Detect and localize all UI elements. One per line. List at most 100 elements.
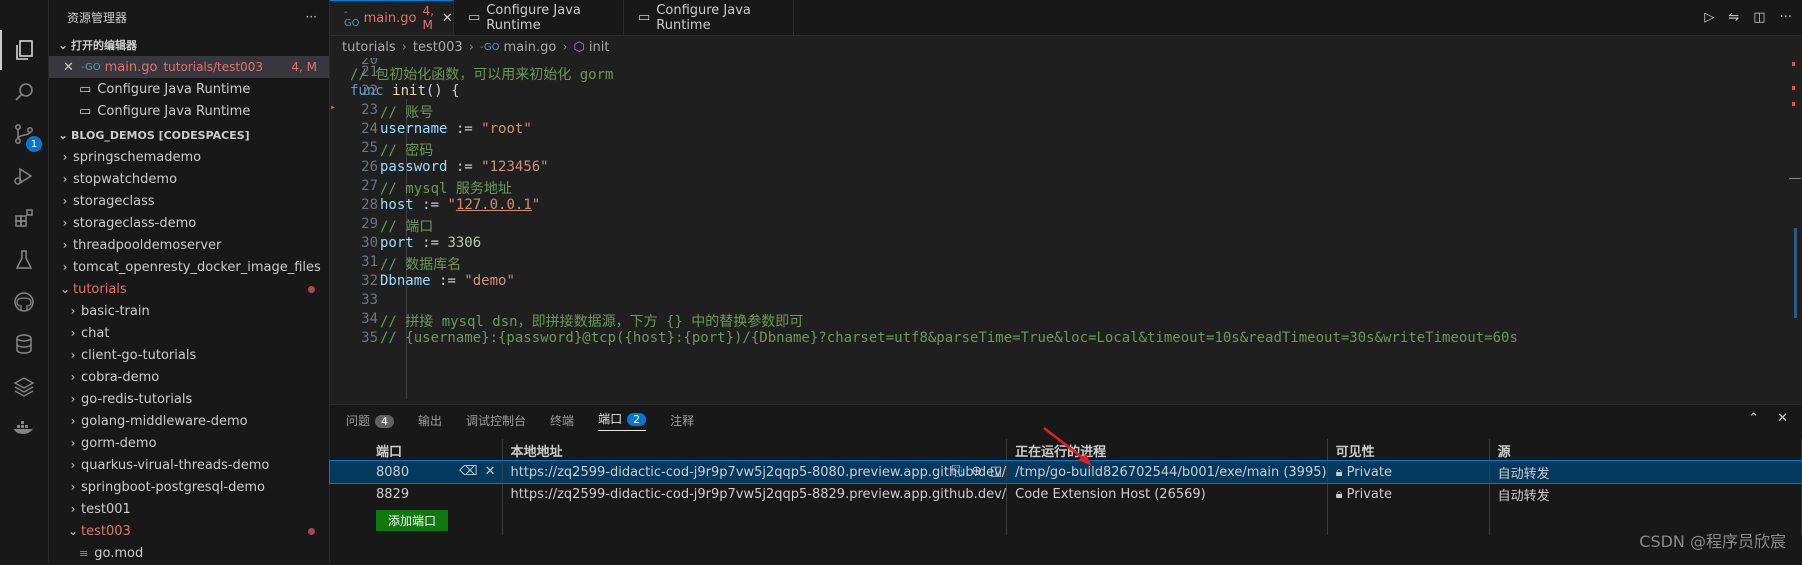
line-number: 33	[361, 292, 378, 308]
open-editor-java-runtime-2[interactable]: ▭ Configure Java Runtime	[49, 100, 329, 122]
preview-icon[interactable]: ◫	[990, 464, 1002, 479]
tree-item[interactable]: › tomcat_openresty_docker_image_files	[49, 256, 329, 278]
database-icon[interactable]	[0, 324, 48, 364]
breadcrumb-item[interactable]: main.go	[504, 40, 557, 55]
tab-comments[interactable]: 注释	[670, 412, 694, 429]
line-number: 34	[361, 311, 378, 327]
string: "123456"	[481, 159, 549, 175]
tree-item-tutorials[interactable]: ⌄ tutorials	[49, 278, 329, 300]
line-number: 26	[361, 159, 378, 175]
open-editor-java-runtime[interactable]: ▭ Configure Java Runtime	[49, 78, 329, 100]
workspace-section[interactable]: ⌄ BLOG_DEMOS [CODESPACES]	[49, 124, 329, 146]
split-editor-icon[interactable]: ◫	[1753, 10, 1765, 25]
chevron-down-icon: ⌄	[57, 128, 69, 142]
tree-file[interactable]: ≡ go.mod	[49, 542, 329, 564]
mod-file-icon: ≡	[79, 546, 89, 560]
column-header[interactable]: 本地地址	[502, 439, 1008, 461]
visibility-value: Private	[1346, 464, 1392, 480]
chevron-right-icon: ›	[62, 172, 68, 186]
variable: port	[380, 235, 414, 251]
tree-item[interactable]: › cobra-demo	[49, 366, 329, 388]
more-actions-icon[interactable]: ···	[1780, 10, 1792, 25]
breadcrumb-item[interactable]: tutorials	[342, 40, 396, 55]
tab-terminal[interactable]: 终端	[550, 412, 574, 429]
column-header[interactable]: 端口	[330, 439, 503, 461]
tab-java-runtime-2[interactable]: ▭ Configure Java Runtime	[624, 0, 794, 35]
line-number: 25	[361, 140, 378, 156]
address-cell[interactable]: https://zq2599-didactic-cod-j9r9p7vw5j2q…	[502, 483, 1008, 505]
column-header[interactable]: 可见性	[1327, 439, 1490, 461]
open-editors-section[interactable]: ⌄ 打开的编辑器	[49, 34, 329, 56]
search-icon[interactable]	[0, 72, 48, 112]
tree-item[interactable]: › chat	[49, 322, 329, 344]
variable: username	[380, 121, 448, 137]
copy-icon[interactable]: ⎘	[952, 464, 962, 479]
tree-item[interactable]: › gorm-demo	[49, 432, 329, 454]
tree-item[interactable]: › golang-middleware-demo	[49, 410, 329, 432]
code-line: host := "127.0.0.1"	[380, 197, 540, 213]
add-port-button[interactable]: 添加端口	[376, 509, 449, 531]
tree-item[interactable]: › basic-train	[49, 300, 329, 322]
visibility-cell[interactable]: 🔒︎ Private	[1327, 461, 1490, 483]
chevron-down-icon: ⌄	[59, 282, 71, 296]
tab-debug-console[interactable]: 调试控制台	[466, 412, 526, 429]
tree-item[interactable]: › stopwatchdemo	[49, 168, 329, 190]
explorer-icon[interactable]	[0, 30, 48, 70]
visibility-cell[interactable]: 🔒︎ Private	[1327, 483, 1490, 505]
tab-ports[interactable]: 端口 2	[598, 410, 647, 431]
close-icon[interactable]: ✕	[1777, 411, 1788, 426]
tree-item[interactable]: › storageclass-demo	[49, 212, 329, 234]
watermark: CSDN @程序员欣宸	[1639, 532, 1786, 551]
code-line: // mysql 服务地址	[380, 181, 512, 197]
source-control-icon[interactable]: 1	[0, 114, 48, 154]
column-header[interactable]: 源	[1489, 439, 1802, 461]
label-icon[interactable]: ⌫	[459, 464, 477, 479]
testing-icon[interactable]	[0, 240, 48, 280]
code-line: // 账号	[380, 105, 434, 121]
line-number: 30	[361, 235, 378, 251]
extensions-icon[interactable]	[0, 198, 48, 238]
tab-label: Configure Java Runtime	[656, 2, 751, 33]
tree-item[interactable]: › go-redis-tutorials	[49, 388, 329, 410]
error-marker-icon: ▸	[330, 102, 337, 113]
globe-icon[interactable]: ⊕	[971, 464, 982, 479]
port-cell: 8080 ⌫ ✕	[330, 461, 503, 483]
tree-item[interactable]: › quarkus-virual-threads-demo	[49, 454, 329, 476]
tab-output[interactable]: 输出	[418, 412, 442, 429]
tree-item[interactable]: › threadpooldemoserver	[49, 234, 329, 256]
docker-icon[interactable]	[0, 408, 48, 448]
close-icon[interactable]: ✕	[63, 60, 77, 75]
tree-item[interactable]: › test001	[49, 498, 329, 520]
tab-problems[interactable]: 问题 4	[346, 412, 395, 429]
string: "root"	[481, 121, 532, 137]
more-actions-icon[interactable]: ···	[306, 10, 317, 24]
compare-icon[interactable]: ⇋	[1728, 10, 1739, 25]
run-debug-icon[interactable]	[0, 156, 48, 196]
tree-label: tomcat_openresty_docker_image_files	[73, 259, 321, 275]
breadcrumb-item[interactable]: init	[589, 40, 610, 55]
tree-item-test003[interactable]: ⌄ test003	[49, 520, 329, 542]
code-editor[interactable]: 20 21 // 包初始化函数，可以用来初始化 gorm 22 func ini…	[330, 58, 1802, 403]
open-editor-main-go[interactable]: ✕ -GO main.go tutorials/test003 4, M	[49, 56, 329, 78]
scm-badge: 1	[26, 136, 42, 152]
tab-java-runtime[interactable]: ▭ Configure Java Runtime	[454, 0, 624, 35]
close-icon[interactable]: ✕	[442, 11, 453, 26]
string-link[interactable]: 127.0.0.1	[456, 197, 532, 213]
modified-dot	[308, 285, 315, 293]
chevron-up-icon[interactable]: ⌃	[1748, 411, 1759, 426]
address-cell[interactable]: https://zq2599-didactic-cod-j9r9p7vw5j2q…	[502, 461, 1008, 483]
tree-item[interactable]: › storageclass	[49, 190, 329, 212]
tree-item[interactable]: › client-go-tutorials	[49, 344, 329, 366]
layers-icon[interactable]	[0, 366, 48, 406]
tab-main-go[interactable]: -GO main.go 4, M ✕	[330, 0, 454, 35]
tree-item[interactable]: › springschemademo	[49, 146, 329, 168]
keyword: func	[350, 83, 384, 99]
github-icon[interactable]	[0, 282, 48, 322]
table-row[interactable]: 8829 https://zq2599-didactic-cod-j9r9p7v…	[330, 483, 1802, 505]
run-icon[interactable]: ▷	[1704, 10, 1714, 25]
close-icon[interactable]: ✕	[485, 464, 496, 479]
breadcrumb-item[interactable]: test003	[413, 40, 463, 55]
tree-item[interactable]: › springboot-postgresql-demo	[49, 476, 329, 498]
chevron-right-icon: ›	[62, 150, 68, 164]
overview-ruler[interactable]	[1788, 58, 1802, 403]
